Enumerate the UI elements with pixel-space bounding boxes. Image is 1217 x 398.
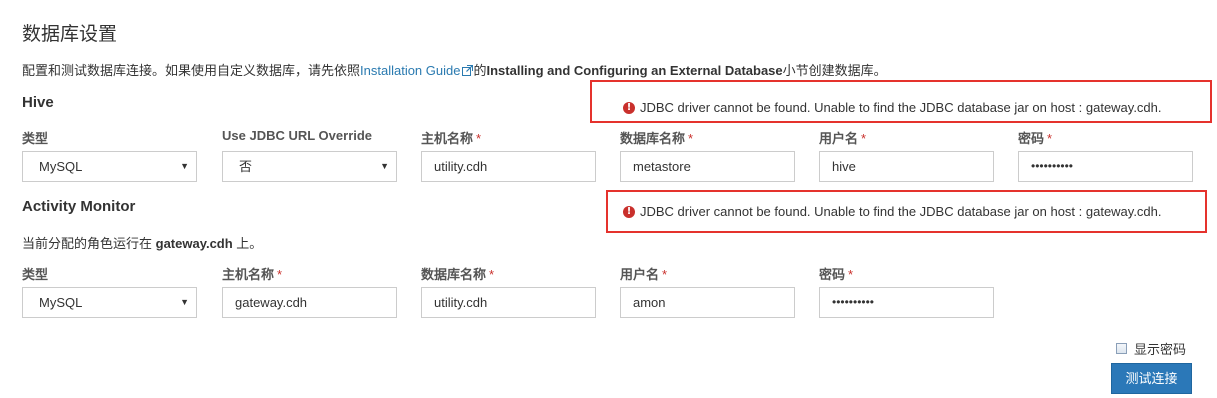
- hive-db-name-label: 数据库名称 *: [620, 131, 694, 146]
- hive-type-select[interactable]: MySQL ▼: [22, 151, 197, 182]
- role-host-note: 当前分配的角色运行在 gateway.cdh 上。: [22, 236, 263, 251]
- hive-error-text: JDBC driver cannot be found. Unable to f…: [640, 100, 1162, 115]
- desc-prefix: 配置和测试数据库连接。如果使用自定义数据库，请先依照: [22, 63, 361, 78]
- external-link-icon[interactable]: [462, 65, 474, 76]
- required-mark: *: [848, 267, 854, 282]
- installation-guide-link[interactable]: Installation Guide: [360, 63, 460, 78]
- activity-monitor-error-text: JDBC driver cannot be found. Unable to f…: [640, 204, 1162, 219]
- required-mark: *: [662, 267, 668, 282]
- am-password-label: 密码 *: [819, 267, 854, 282]
- activity-monitor-section-title: Activity Monitor: [22, 198, 136, 215]
- am-db-name-input[interactable]: utility.cdh: [421, 287, 596, 318]
- required-mark: *: [489, 267, 495, 282]
- desc-section-name: Installing and Configuring an External D…: [486, 63, 783, 78]
- am-db-name-label: 数据库名称 *: [421, 267, 495, 282]
- hive-db-name-input[interactable]: metastore: [620, 151, 795, 182]
- am-type-label: 类型: [22, 267, 49, 282]
- role-host-name: gateway.cdh: [155, 236, 233, 251]
- hive-host-input[interactable]: utility.cdh: [421, 151, 596, 182]
- am-username-label: 用户名 *: [620, 267, 668, 282]
- am-type-select[interactable]: MySQL ▼: [22, 287, 197, 318]
- required-mark: *: [277, 267, 283, 282]
- hive-jdbc-override-value: 否: [239, 159, 253, 174]
- hive-username-label: 用户名 *: [819, 131, 867, 146]
- show-password-label: 显示密码: [1134, 342, 1187, 357]
- am-username-input[interactable]: amon: [620, 287, 795, 318]
- desc-suffix: 小节创建数据库。: [782, 63, 887, 78]
- hive-host-label: 主机名称 *: [421, 131, 482, 146]
- activity-monitor-error-message: ! JDBC driver cannot be found. Unable to…: [623, 204, 1162, 219]
- show-password-option[interactable]: 显示密码: [1116, 339, 1186, 358]
- hive-jdbc-override-select[interactable]: 否 ▼: [222, 151, 397, 182]
- am-host-input[interactable]: gateway.cdh: [222, 287, 397, 318]
- caret-down-icon: ▼: [180, 297, 189, 307]
- required-mark: *: [861, 131, 867, 146]
- page-title: 数据库设置: [22, 24, 118, 45]
- test-connection-button[interactable]: 测试连接: [1111, 363, 1192, 394]
- hive-section-title: Hive: [22, 94, 54, 111]
- required-mark: *: [476, 131, 482, 146]
- required-mark: *: [1047, 131, 1053, 146]
- hive-error-message: ! JDBC driver cannot be found. Unable to…: [623, 100, 1162, 115]
- page-description: 配置和测试数据库连接。如果使用自定义数据库，请先依照Installation G…: [22, 60, 887, 79]
- exclamation-circle-icon: !: [623, 101, 635, 114]
- hive-type-value: MySQL: [39, 159, 83, 174]
- am-host-label: 主机名称 *: [222, 267, 283, 282]
- hive-password-input[interactable]: ••••••••••: [1018, 151, 1193, 182]
- desc-middle: 的: [473, 63, 487, 78]
- am-password-input[interactable]: ••••••••••: [819, 287, 994, 318]
- exclamation-circle-icon: !: [623, 205, 635, 218]
- caret-down-icon: ▼: [380, 161, 389, 171]
- hive-username-input[interactable]: hive: [819, 151, 994, 182]
- am-type-value: MySQL: [39, 295, 83, 310]
- hive-password-label: 密码 *: [1018, 131, 1053, 146]
- caret-down-icon: ▼: [180, 161, 189, 171]
- show-password-checkbox[interactable]: [1116, 343, 1127, 354]
- hive-jdbc-override-label: Use JDBC URL Override: [222, 128, 373, 143]
- hive-type-label: 类型: [22, 131, 49, 146]
- required-mark: *: [688, 131, 694, 146]
